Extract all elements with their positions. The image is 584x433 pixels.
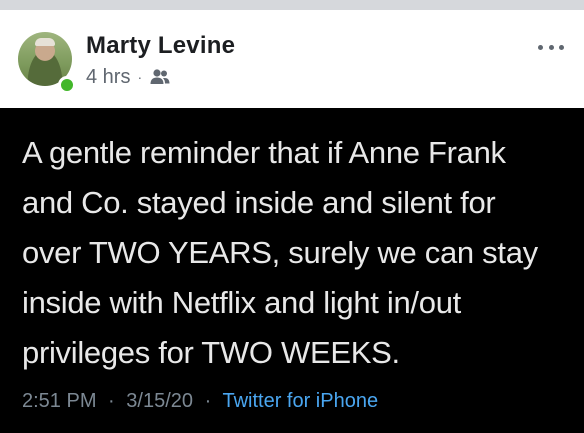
post-timestamp[interactable]: 4 hrs [86,66,130,89]
post-header: Marty Levine 4 hrs · [0,10,584,108]
tweet-image[interactable]: A gentle reminder that if Anne Frank and… [0,108,584,433]
tweet-meta: 2:51 PM · 3/15/20 · Twitter for iPhone [22,390,378,413]
online-status-indicator [58,76,76,94]
post-meta: 4 hrs · [86,65,171,89]
friends-icon[interactable] [149,68,171,86]
facebook-post-screenshot: Marty Levine 4 hrs · A gentle reminder t… [0,0,584,433]
feed-divider [0,0,584,10]
tweet-time: 2:51 PM [22,390,97,412]
author-name[interactable]: Marty Levine [86,32,235,60]
tweet-source-link[interactable]: Twitter for iPhone [222,390,378,412]
more-dot [559,44,564,50]
tweet-meta-separator: · [108,390,115,412]
more-dot [538,44,543,50]
more-dot [548,44,554,50]
tweet-line: inside with Netflix and light in/out [22,285,461,320]
tweet-line: over TWO YEARS, surely we can stay [22,235,538,270]
tweet-line: privileges for TWO WEEKS. [22,335,400,370]
tweet-meta-separator: · [204,390,212,412]
tweet-line: A gentle reminder that if Anne Frank [22,135,506,170]
meta-separator: · [137,69,143,85]
tweet-date: 3/15/20 [126,390,194,412]
avatar-hair [35,38,55,46]
tweet-text: A gentle reminder that if Anne Frank and… [22,128,570,378]
more-options-icon[interactable] [538,42,564,52]
tweet-line: and Co. stayed inside and silent for [22,185,496,220]
